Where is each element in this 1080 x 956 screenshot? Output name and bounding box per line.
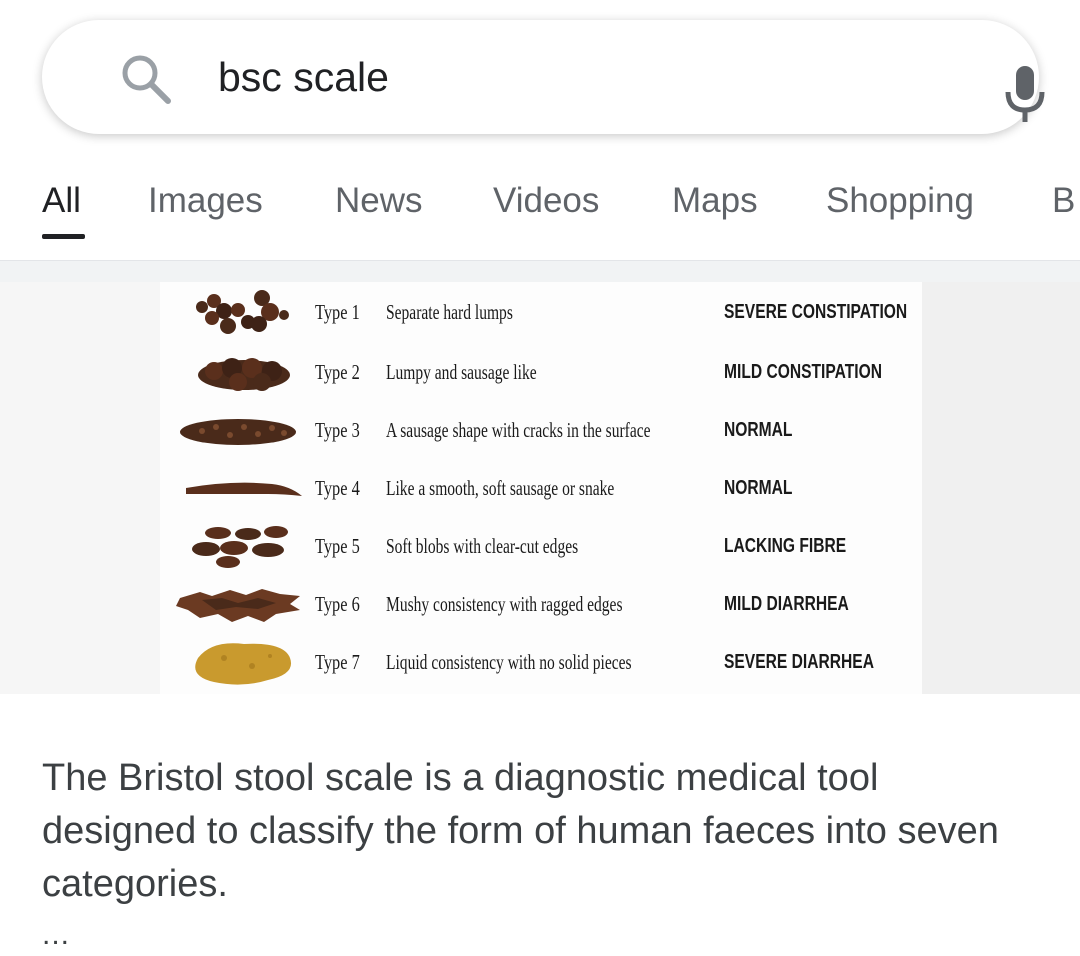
scale-row-type-7: Type 7 Liquid consistency with no solid … [160,634,922,692]
search-bar[interactable] [42,20,1045,134]
scale-row-type-4: Type 4 Like a smooth, soft sausage or sn… [160,460,922,518]
stool-type-7-illustration [195,643,292,685]
type-label: Type 7 [315,650,360,674]
type-description: Separate hard lumps [386,300,513,324]
tab-images[interactable]: Images [148,180,263,222]
scale-row-type-5: Type 5 Soft blobs with clear-cut edges L… [160,518,922,576]
tab-all[interactable]: All [42,180,81,222]
type-label: Type 4 [315,476,360,500]
stool-type-3-illustration [180,419,296,445]
scale-row-type-2: Type 2 Lumpy and sausage like MILD CONST… [160,344,922,402]
scale-row-type-1: Type 1 Separate hard lumps SEVERE CONSTI… [160,284,922,342]
bristol-scale-image[interactable]: Type 1 Separate hard lumps SEVERE CONSTI… [160,282,922,694]
search-icon[interactable] [120,53,172,105]
microphone-icon[interactable] [1002,64,1048,128]
stool-type-1-illustration [196,290,289,334]
stool-type-6-illustration [176,589,300,622]
search-tabs: All Images News Videos Maps Shopping B [0,160,1080,256]
type-category: MILD CONSTIPATION [724,361,883,383]
type-category: LACKING FIBRE [724,535,847,557]
type-description: Mushy consistency with ragged edges [386,592,623,616]
type-label: Type 6 [315,592,360,616]
type-description: Soft blobs with clear-cut edges [386,534,579,558]
type-category: SEVERE CONSTIPATION [724,301,908,323]
result-snippet: The Bristol stool scale is a diagnostic … [42,757,999,905]
search-input[interactable] [218,50,958,104]
stool-type-5-illustration [192,526,288,568]
type-label: Type 2 [315,360,360,384]
type-category: MILD DIARRHEA [724,593,849,615]
divider [0,260,1080,282]
tab-shopping[interactable]: Shopping [826,180,974,222]
type-description: A sausage shape with cracks in the surfa… [386,418,651,442]
scale-row-type-3: Type 3 A sausage shape with cracks in th… [160,402,922,460]
scale-row-type-6: Type 6 Mushy consistency with ragged edg… [160,576,922,634]
type-description: Lumpy and sausage like [386,360,537,384]
type-category: SEVERE DIARRHEA [724,651,874,673]
result-image-panel[interactable]: Type 1 Separate hard lumps SEVERE CONSTI… [0,282,1080,694]
stool-type-4-illustration [186,482,302,496]
type-description: Liquid consistency with no solid pieces [386,650,632,674]
more-ellipsis[interactable]: ... [42,918,70,952]
stool-type-2-illustration [198,358,290,391]
type-label: Type 3 [315,418,360,442]
tab-videos[interactable]: Videos [493,180,599,222]
type-description: Like a smooth, soft sausage or snake [386,476,615,500]
tab-news[interactable]: News [335,180,423,222]
type-category: NORMAL [724,477,793,499]
tab-maps[interactable]: Maps [672,180,758,222]
tab-books-partial[interactable]: B [1052,180,1075,222]
type-category: NORMAL [724,419,793,441]
type-label: Type 1 [315,300,360,324]
type-label: Type 5 [315,534,360,558]
image-panel-side [922,282,1080,694]
active-tab-indicator [42,234,85,239]
